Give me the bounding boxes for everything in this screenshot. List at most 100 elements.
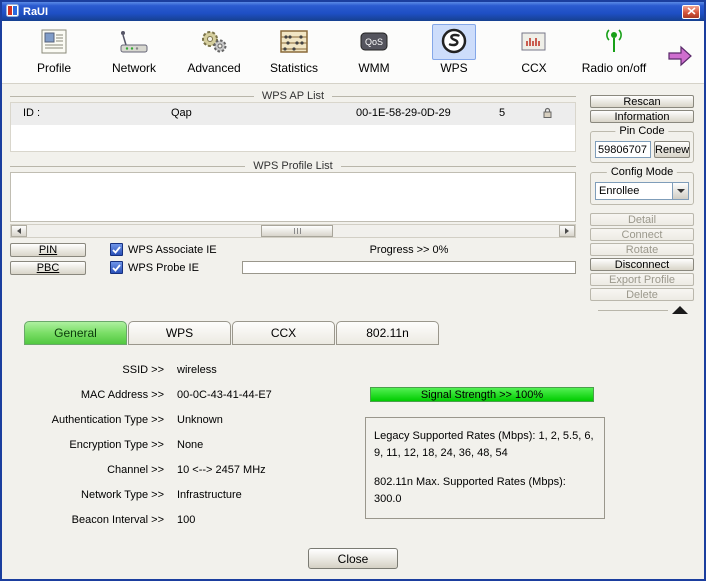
window-title: RaUI <box>23 5 49 18</box>
close-icon <box>686 6 696 18</box>
toolbar-item-network[interactable]: Network <box>94 24 174 75</box>
horizontal-scrollbar[interactable] <box>10 224 576 238</box>
field-label: Beacon Interval >> <box>71 513 164 526</box>
wps-associate-ie-checkbox[interactable]: WPS Associate IE <box>110 243 242 256</box>
wps-panel: WPS AP List ID : Qap 00-1E-58-29-0D-29 5… <box>2 84 704 320</box>
toolbar-item-label: Radio on/off <box>581 61 647 75</box>
wps-controls-row-1: PIN WPS Associate IE Progress >> 0% <box>10 242 576 257</box>
ap-ssid: Qap <box>171 107 192 119</box>
checkbox-checked-icon <box>110 261 123 274</box>
toolbar-item-label: Statistics <box>269 61 318 75</box>
scroll-right-button[interactable] <box>559 225 575 237</box>
toolbar-item-advanced[interactable]: Advanced <box>174 24 254 75</box>
wps-ap-list-header: WPS AP List <box>10 90 576 102</box>
network-icon <box>112 24 156 60</box>
dropdown-button[interactable] <box>672 183 688 199</box>
right-arrow-icon <box>565 228 569 234</box>
close-button[interactable]: Close <box>308 548 398 569</box>
ccx-icon <box>512 24 556 60</box>
ap-list-row[interactable]: ID : Qap 00-1E-58-29-0D-29 5 <box>11 103 575 125</box>
field-value: 00-0C-43-41-44-E7 <box>177 388 272 401</box>
toolbar-item-wmm[interactable]: QoS WMM <box>334 24 414 75</box>
field-label: MAC Address >> <box>80 388 164 401</box>
divider <box>340 165 576 167</box>
wps-icon <box>432 24 476 60</box>
toolbar-item-label: Network <box>111 61 156 75</box>
rescan-button[interactable]: Rescan <box>590 95 694 108</box>
grip-icon <box>296 228 298 234</box>
tab-general[interactable]: General <box>24 321 127 345</box>
profile-icon <box>32 24 76 60</box>
field-row-authentication-type: Authentication Type >> Unknown <box>2 407 272 432</box>
information-button[interactable]: Information <box>590 110 694 123</box>
tab-wps[interactable]: WPS <box>128 321 231 345</box>
field-value: None <box>177 438 204 451</box>
wps-probe-ie-label: WPS Probe IE <box>128 261 199 274</box>
field-value: 100 <box>177 513 196 526</box>
divider <box>332 95 576 97</box>
close-window-button[interactable] <box>682 4 700 19</box>
next-page-arrow-icon[interactable] <box>666 43 694 72</box>
left-arrow-icon <box>17 228 21 234</box>
toolbar-item-label: WMM <box>358 61 390 75</box>
toolbar-item-label: CCX <box>521 61 547 75</box>
ap-id-label: ID : <box>23 107 41 119</box>
title-bar[interactable]: RaUI <box>2 2 704 21</box>
chevron-down-icon <box>676 189 685 193</box>
gears-icon <box>192 24 236 60</box>
field-value: Unknown <box>177 413 223 426</box>
disconnect-button[interactable]: Disconnect <box>590 258 694 271</box>
field-row-mac-address: MAC Address >> 00-0C-43-41-44-E7 <box>2 382 272 407</box>
field-row-encryption-type: Encryption Type >> None <box>2 432 272 457</box>
antenna-icon <box>592 24 636 60</box>
wps-profile-list-header: WPS Profile List <box>10 160 576 172</box>
field-row-ssid: SSID >> wireless <box>2 357 272 382</box>
connect-button[interactable]: Connect <box>590 228 694 241</box>
toolbar-item-label: Profile <box>36 61 71 75</box>
field-row-beacon-interval: Beacon Interval >> 100 <box>2 507 272 532</box>
wps-probe-ie-checkbox[interactable]: WPS Probe IE <box>110 261 242 274</box>
wps-ap-list: ID : Qap 00-1E-58-29-0D-29 5 <box>10 102 576 152</box>
scrollbar-track[interactable] <box>27 225 559 237</box>
config-mode-value: Enrollee <box>599 185 640 197</box>
toolbar-item-label: WPS <box>440 61 468 75</box>
renew-button[interactable]: Renew <box>654 141 691 158</box>
pin-code-label: Pin Code <box>615 125 669 137</box>
general-tab-content: SSID >> wireless MAC Address >> 00-0C-43… <box>2 345 704 543</box>
status-tabs: General WPS CCX 802.11n <box>2 320 704 345</box>
toolbar-item-ccx[interactable]: CCX <box>494 24 574 75</box>
divider <box>10 95 254 97</box>
field-label: SSID >> <box>122 363 164 376</box>
pin-code-group: Pin Code Renew <box>590 125 694 163</box>
pin-code-input[interactable] <box>595 141 651 158</box>
export-profile-button[interactable]: Export Profile <box>590 273 694 286</box>
pbc-button[interactable]: PBC <box>10 260 86 275</box>
field-row-network-type: Network Type >> Infrastructure <box>2 482 272 507</box>
collapse-panel-control[interactable] <box>598 306 688 314</box>
legacy-rates-text: Legacy Supported Rates (Mbps): 1, 2, 5.5… <box>374 430 594 459</box>
divider <box>598 309 668 311</box>
pin-button[interactable]: PIN <box>10 242 86 257</box>
scroll-left-button[interactable] <box>11 225 27 237</box>
rotate-button[interactable]: Rotate <box>590 243 694 256</box>
detail-button[interactable]: Detail <box>590 213 694 226</box>
field-value: wireless <box>177 363 217 376</box>
toolbar-item-radio-on-off[interactable]: Radio on/off <box>574 24 654 75</box>
ap-channel: 5 <box>499 107 506 119</box>
raui-window: RaUI Profile Network Advanced Statistics… <box>0 0 706 581</box>
field-label: Authentication Type >> <box>51 413 164 426</box>
progress-label: Progress >> 0% <box>369 243 449 256</box>
config-mode-dropdown[interactable]: Enrollee <box>595 182 689 200</box>
scrollbar-thumb[interactable] <box>261 225 334 237</box>
tab-802-11n[interactable]: 802.11n <box>336 321 439 345</box>
toolbar-item-wps[interactable]: WPS <box>414 24 494 75</box>
delete-button[interactable]: Delete <box>590 288 694 301</box>
toolbar-item-statistics[interactable]: Statistics <box>254 24 334 75</box>
config-mode-label: Config Mode <box>606 166 678 178</box>
lock-icon <box>542 107 553 122</box>
side-button-column: Rescan Information Pin Code Renew Config… <box>590 92 694 301</box>
tab-ccx[interactable]: CCX <box>232 321 335 345</box>
wps-profile-list-title: WPS Profile List <box>253 160 333 172</box>
toolbar-item-profile[interactable]: Profile <box>14 24 94 75</box>
wps-profile-list[interactable] <box>10 172 576 222</box>
